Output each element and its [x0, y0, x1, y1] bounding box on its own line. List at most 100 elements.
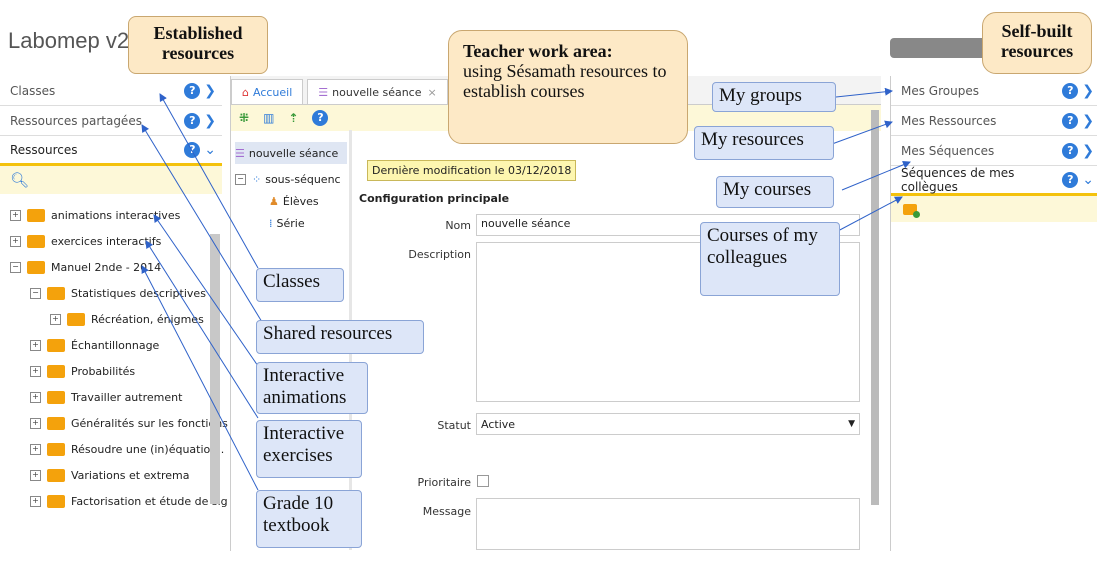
tree-item[interactable]: + Échantillonnage [30, 334, 159, 356]
upload-icon[interactable]: ⇡ [288, 111, 298, 125]
chevron-down-icon[interactable]: ⌄ [204, 142, 216, 158]
expand-toggle[interactable]: + [30, 417, 41, 429]
tree-item[interactable]: + Probabilités [30, 360, 135, 382]
sequence-tree: ☰ nouvelle séance − ⁘ sous-séquenc ♟ Élè… [235, 142, 347, 262]
help-icon[interactable]: ? [1062, 142, 1079, 159]
statut-select[interactable]: Active ▼ [476, 413, 860, 435]
callout-animations: Interactive animations [256, 362, 368, 414]
folder-icon [47, 390, 65, 404]
collapse-toggle[interactable]: − [235, 173, 246, 185]
tree-item[interactable]: + animations interactives [10, 204, 180, 226]
help-icon[interactable]: ? [1062, 112, 1079, 129]
message-label: Message [422, 505, 471, 518]
nom-label: Nom [445, 219, 471, 232]
statut-value: Active [481, 417, 516, 431]
chevron-right-icon[interactable]: ❯ [1082, 113, 1094, 129]
expand-toggle[interactable]: + [30, 365, 41, 377]
tree-item[interactable]: + Résoudre une (in)équation . [30, 438, 224, 460]
expand-toggle[interactable]: + [30, 391, 41, 403]
help-icon[interactable]: ? [1062, 82, 1079, 99]
tree-scrollbar[interactable] [210, 234, 220, 504]
tree-item[interactable]: + Travailler autrement [30, 386, 182, 408]
callout-my-resources: My resources [694, 126, 834, 160]
chevron-down-icon[interactable]: ⌄ [1082, 172, 1094, 188]
callout-established-resources: Established resources [128, 16, 268, 74]
expand-toggle[interactable]: + [30, 339, 41, 351]
left-row-resources[interactable]: Ressources ? ⌄ [0, 136, 222, 166]
mes-sequences-label: Mes Séquences [901, 143, 995, 158]
tree-item[interactable]: − Statistiques descriptives [30, 282, 206, 304]
prioritaire-checkbox[interactable] [477, 475, 489, 487]
help-icon[interactable]: ? [184, 141, 201, 158]
tree-serie[interactable]: ⁞ Série [235, 212, 347, 234]
expand-toggle[interactable]: + [50, 313, 61, 325]
tree-item-label: Échantillonnage [71, 338, 160, 352]
tree-item-label: Travailler autrement [71, 390, 183, 404]
message-field[interactable] [476, 498, 860, 550]
right-row-sequences[interactable]: Mes Séquences ? ❯ [891, 136, 1097, 166]
tree-item[interactable]: + exercices interactifs [10, 230, 161, 252]
shared-resources-label: Ressources partagées [10, 113, 142, 128]
callout-exercises: Interactive exercises [256, 420, 362, 478]
folder-icon [47, 338, 65, 352]
form-scrollbar[interactable] [871, 110, 879, 505]
tab-accueil[interactable]: ⌂ Accueil [231, 79, 304, 104]
expand-toggle[interactable]: + [30, 495, 41, 507]
chevron-right-icon[interactable]: ❯ [204, 113, 216, 129]
tree-item-label: Statistiques descriptives [71, 286, 206, 300]
help-icon[interactable]: ? [184, 82, 201, 99]
left-row-shared[interactable]: Ressources partagées ? ❯ [0, 106, 222, 136]
close-icon[interactable]: × [428, 86, 437, 99]
expand-toggle[interactable]: + [30, 469, 41, 481]
expand-toggle[interactable]: + [10, 235, 21, 247]
callout-established-text: Established resources [153, 23, 243, 63]
mes-groupes-label: Mes Groupes [901, 83, 979, 98]
left-row-classes[interactable]: Classes ? ❯ [0, 76, 222, 106]
tree-item[interactable]: + Variations et extrema [30, 464, 190, 486]
tree-item[interactable]: − Manuel 2nde - 2014 [10, 256, 161, 278]
tree-root[interactable]: ☰ nouvelle séance [235, 142, 347, 164]
chart-icon[interactable]: ▥ [263, 111, 274, 125]
home-icon: ⌂ [242, 85, 249, 99]
expand-toggle[interactable]: + [30, 443, 41, 455]
right-row-groupes[interactable]: Mes Groupes ? ❯ [891, 76, 1097, 106]
prioritaire-label: Prioritaire [417, 476, 472, 489]
teacher-area-title: Teacher work area: [463, 41, 613, 61]
search-icon[interactable]: 🔍︎ [10, 171, 29, 189]
help-icon[interactable]: ? [312, 110, 329, 126]
subsequence-icon: ⁘ [252, 172, 262, 186]
tree-sub[interactable]: − ⁘ sous-séquenc [235, 168, 347, 190]
help-icon[interactable]: ? [184, 112, 201, 129]
expand-toggle[interactable]: + [10, 209, 21, 221]
search-bar[interactable]: 🔍︎ [0, 166, 222, 194]
statut-label: Statut [437, 419, 471, 432]
right-row-collegues[interactable]: Séquences de mes collègues ? ⌄ [891, 166, 1097, 196]
tree-item[interactable]: + Généralités sur les fonctions [30, 412, 228, 434]
tree-eleves[interactable]: ♟ Élèves [235, 190, 347, 212]
help-icon[interactable]: ? [1062, 171, 1079, 188]
tab-nouvelle-seance[interactable]: ☰ nouvelle séance × [307, 79, 448, 104]
tree-item-label: Résoudre une (in)équation . [71, 442, 225, 456]
collapse-toggle[interactable]: − [30, 287, 41, 299]
chevron-right-icon[interactable]: ❯ [1082, 143, 1094, 159]
callout-textbook: Grade 10 textbook [256, 490, 362, 548]
plus-badge-icon [913, 210, 920, 218]
chevron-right-icon[interactable]: ❯ [1082, 83, 1094, 99]
folder-icon [27, 234, 45, 248]
left-panel: Classes ? ❯ Ressources partagées ? ❯ Resso… [0, 76, 228, 551]
tree-item[interactable]: + Récréation, énigmes [50, 308, 204, 330]
chevron-right-icon[interactable]: ❯ [204, 83, 216, 99]
folder-icon [47, 286, 65, 300]
tree-item-label: Récréation, énigmes [91, 312, 204, 326]
right-row-ressources[interactable]: Mes Ressources ? ❯ [891, 106, 1097, 136]
tree-item-label: exercices interactifs [51, 234, 162, 248]
callout-colleagues: Courses of my colleagues [700, 222, 840, 296]
sequences-collegues-label: Séquences de mes collègues [901, 165, 1015, 194]
right-panel: Mes Groupes ? ❯ Mes Ressources ? ❯ Mes Séq… [890, 76, 1097, 551]
add-folder-icon[interactable] [903, 203, 920, 218]
mes-ressources-label: Mes Ressources [901, 113, 997, 128]
add-node-icon[interactable]: ⁜ [239, 111, 249, 125]
tree-item[interactable]: + Factorisation et étude de sig [30, 490, 228, 512]
dropdown-arrow-icon: ▼ [848, 419, 855, 429]
collapse-toggle[interactable]: − [10, 261, 21, 273]
